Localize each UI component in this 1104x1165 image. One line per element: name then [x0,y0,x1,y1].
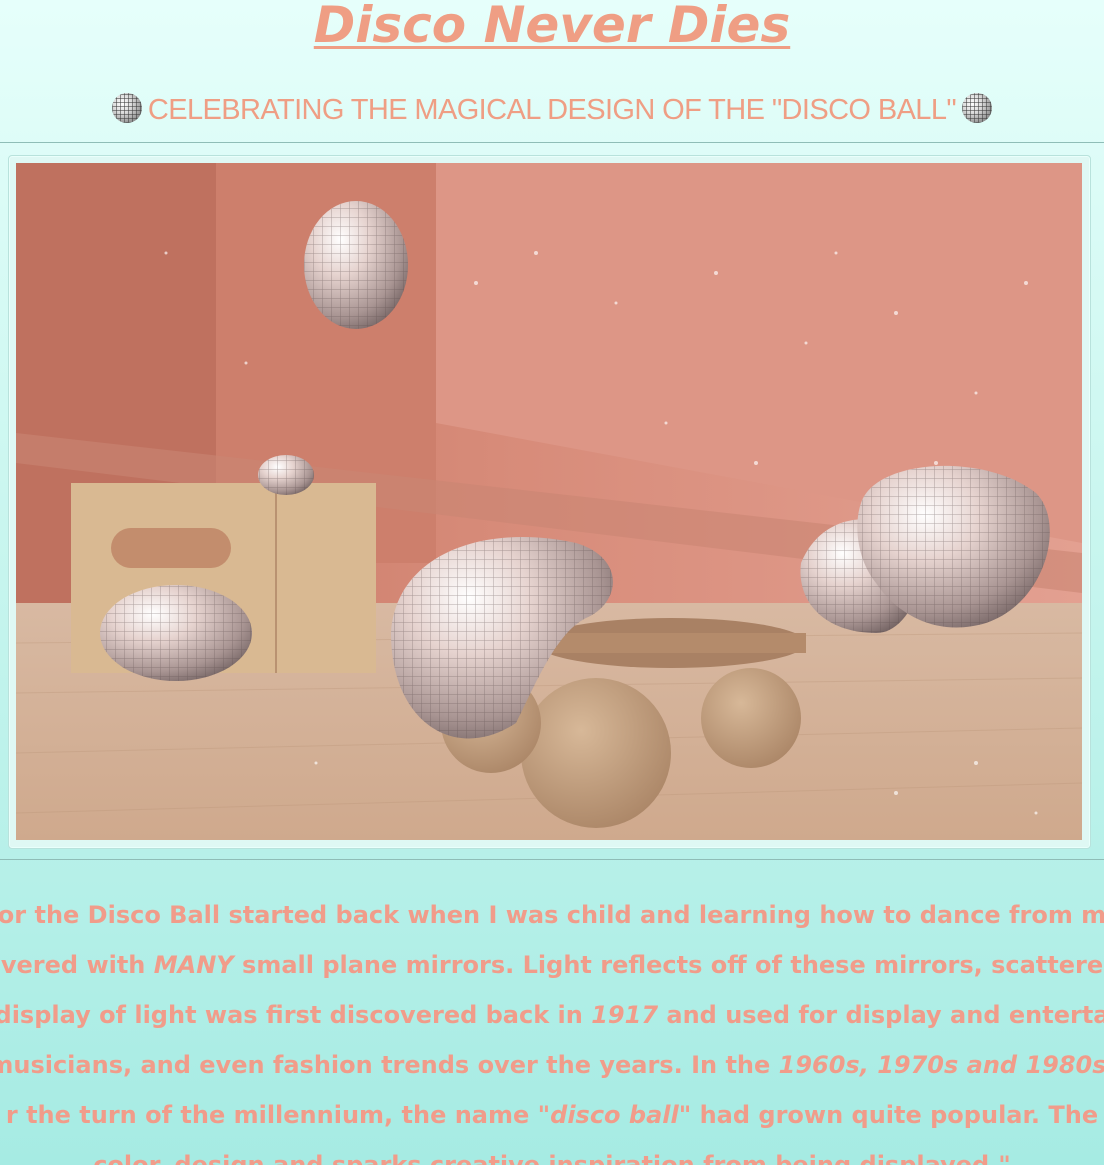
subtitle-text: CELEBRATING THE MAGICAL DESIGN OF THE "D… [147,94,957,126]
image-divider [0,859,1104,860]
site-title-link[interactable]: Disco Never Dies [0,0,1104,56]
intro-text: r the turn of the millennium, the name [5,1101,538,1129]
intro-emphasis: MANY [153,951,234,979]
intro-line: or the Disco Ball started back when I wa… [0,890,1104,940]
intro-emphasis: 1917 [591,1001,659,1029]
intro-line: musicians, and even fashion trends over … [0,1040,1104,1090]
intro-line: color, design and sparks creative inspir… [93,1140,1011,1165]
intro-line: vered with MANY small plane mirrors. Lig… [1,940,1103,990]
hero-image [16,163,1082,840]
intro-text: had grown quite popular. The [691,1101,1099,1129]
disco-ball-icon [962,93,993,123]
intro-text: musicians, and even fashion trends over … [0,1051,779,1079]
intro-line: r the turn of the millennium, the name "… [6,1090,1098,1140]
page-subtitle: CELEBRATING THE MAGICAL DESIGN OF THE "D… [0,90,1104,130]
intro-text: small plane mirrors. Light reflects off … [233,951,1104,979]
intro-text: vered with [0,951,154,979]
intro-line: display of light was first discovered ba… [0,990,1104,1040]
intro-emphasis: "disco ball" [537,1101,692,1129]
intro-paragraph: or the Disco Ball started back when I wa… [0,890,1104,1165]
intro-text: display of light was first discovered ba… [0,1001,592,1029]
disco-room-photo [16,163,1082,840]
intro-text: or the Disco Ball started back when I wa… [0,901,1104,929]
disco-ball-icon [111,93,142,123]
intro-text: and used for display and enterta [658,1001,1104,1029]
intro-text: color, design and sparks creative inspir… [93,1151,1011,1165]
header-divider [0,142,1104,143]
intro-emphasis: 1960s, 1970s and 1980s, [778,1051,1104,1079]
